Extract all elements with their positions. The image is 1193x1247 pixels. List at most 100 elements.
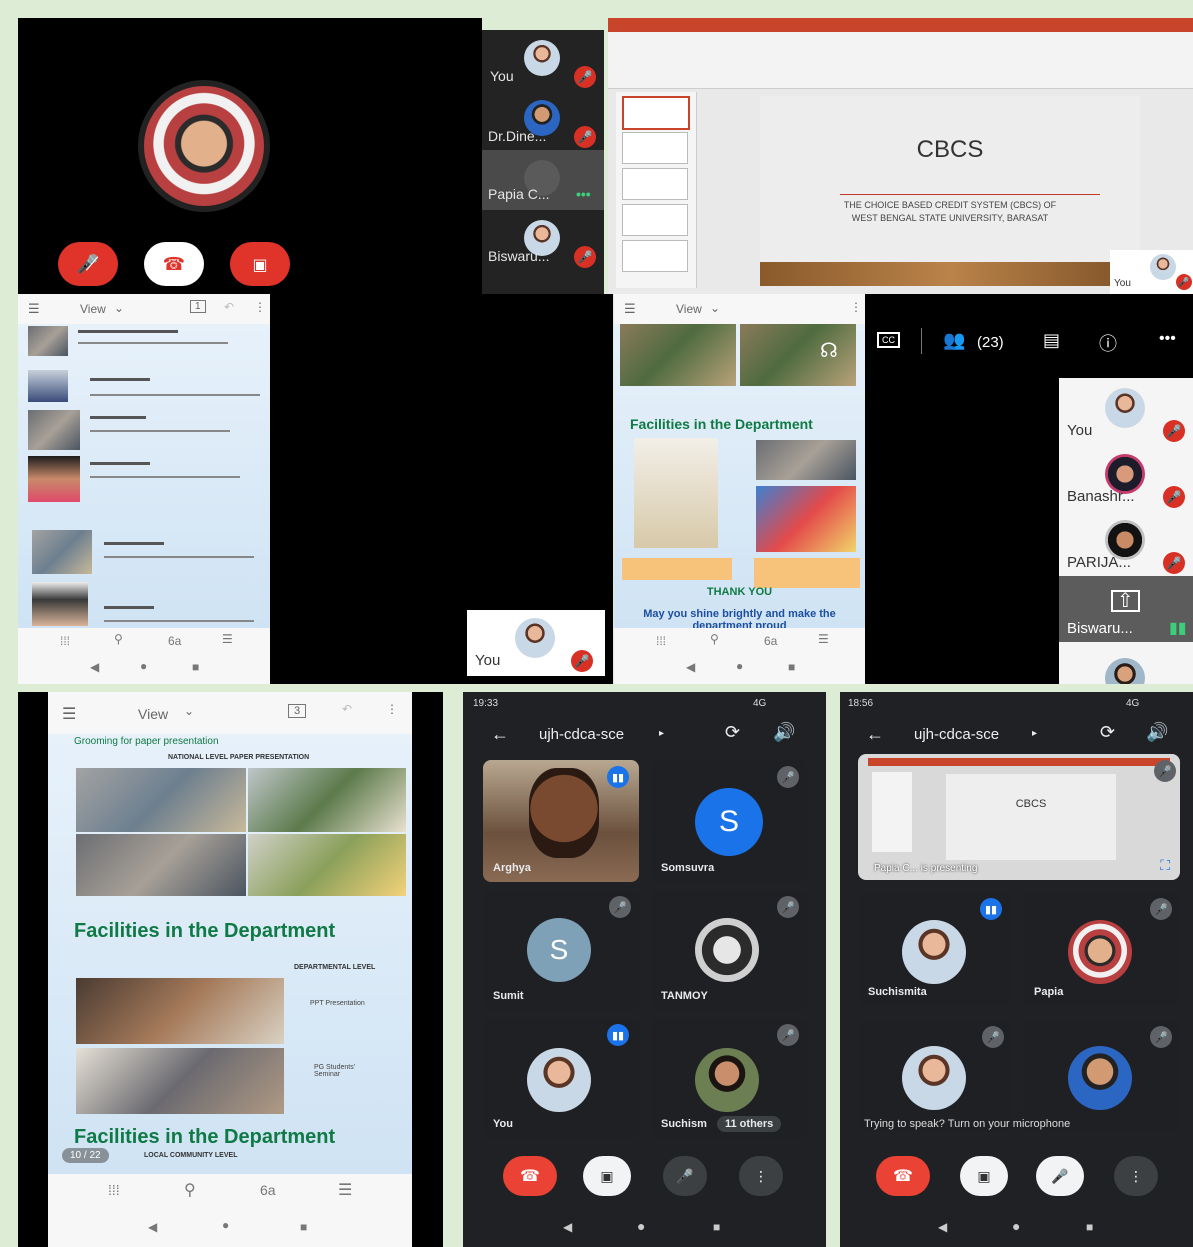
home-nav-icon[interactable]: ● [637,1218,645,1234]
read-aloud-icon[interactable]: 6a [260,1182,276,1198]
end-call-button[interactable]: ☎ [876,1156,930,1196]
more-vert-icon[interactable]: ⋮ [254,300,266,314]
speaker-icon[interactable]: 🔊 [773,722,795,743]
participant-tile[interactable]: You 🎤 [1059,378,1193,444]
more-options-icon[interactable]: ••• [576,186,591,202]
participant-tile[interactable]: 🎤 Suchism 11 others [651,1018,807,1138]
list-icon[interactable]: ☰ [818,632,829,646]
switch-camera-icon[interactable]: ⟳ [725,722,740,743]
slide-thumbnail[interactable] [622,96,690,130]
chat-icon[interactable]: ▤ [1043,330,1060,351]
thumbnails-icon[interactable]: ⁞⁞⁞ [656,634,666,648]
participant-tile[interactable]: Banashr... 🎤 [1059,444,1193,510]
menu-icon[interactable]: ☰ [624,301,636,317]
mic-off-icon: 🎤 [1163,552,1185,574]
mic-off-button[interactable]: 🎤 [1036,1156,1084,1196]
back-nav-icon[interactable]: ◀ [563,1220,572,1234]
self-preview-tile[interactable]: You 🎤 [1110,250,1193,294]
people-count[interactable]: (23) [977,334,1004,351]
self-tile[interactable]: You 🎤 [467,610,605,676]
undo-icon[interactable]: ↶ [224,300,234,314]
view-dropdown[interactable]: View [676,302,702,316]
camera-off-button[interactable]: ▣ [230,242,290,286]
camera-off-button[interactable]: ▣ [583,1156,631,1196]
people-icon[interactable]: 👥 [943,330,965,351]
back-nav-icon[interactable]: ◀ [686,660,695,674]
back-nav-icon[interactable]: ◀ [90,660,99,674]
captions-button[interactable]: CC [877,332,900,348]
more-vert-icon[interactable]: ⋮ [850,300,862,314]
participant-tile[interactable]: You 🎤 [482,30,604,90]
thumbnails-icon[interactable]: ⁞⁞⁞ [60,634,70,648]
list-icon[interactable]: ☰ [338,1180,352,1200]
participant-tile[interactable]: ▮▮ You [483,1018,639,1138]
recents-nav-icon[interactable]: ■ [788,660,795,674]
participant-tile[interactable]: Biswaru... 🎤 [482,210,604,270]
search-icon[interactable]: ⚲ [184,1180,196,1200]
search-icon[interactable]: ⚲ [710,632,719,646]
page-badge[interactable]: 3 [288,704,307,718]
slide-thumbnail[interactable] [622,240,688,272]
undo-icon[interactable]: ↶ [342,702,352,716]
end-call-button[interactable]: ☎ [144,242,204,286]
participant-tile[interactable]: ▮▮ Arghya [483,760,639,882]
recents-nav-icon[interactable]: ■ [713,1220,720,1234]
view-dropdown[interactable]: View [80,302,106,316]
back-nav-icon[interactable]: ◀ [148,1220,157,1234]
fullscreen-icon[interactable]: ⛶ [1160,857,1170,874]
participant-tile[interactable]: 🎤 S Sumit [483,890,639,1010]
mic-hint: Trying to speak? Turn on your microphone [864,1118,1071,1130]
participant-tile[interactable]: ▮▮ Suchismita [858,892,1012,1006]
more-options-button[interactable]: ⋮ [1114,1156,1158,1196]
read-aloud-icon[interactable]: 6a [764,634,777,648]
page-badge[interactable]: 1 [190,300,206,313]
mic-off-button[interactable]: 🎤̸ [58,242,118,286]
recents-nav-icon[interactable]: ■ [1086,1220,1093,1234]
more-vert-icon[interactable]: ⋮ [386,702,398,716]
chevron-down-icon: ⌄ [184,704,195,718]
end-call-button[interactable]: ☎ [503,1156,557,1196]
home-nav-icon[interactable]: ● [1012,1218,1020,1234]
info-icon[interactable]: ⓘ [1099,330,1117,356]
participant-tile[interactable]: 🎤 Papia [1024,892,1180,1006]
home-nav-icon[interactable]: ● [140,659,147,673]
participant-tile[interactable]: Dr.Dine... 🎤 [482,90,604,150]
more-options-icon[interactable]: ••• [1159,330,1176,348]
participant-tile-presenting[interactable]: ⇧ Biswaru... ▮▮ [1059,576,1193,642]
back-arrow-icon[interactable]: ← [866,724,884,745]
participant-tile[interactable]: Papia C... ••• [482,150,604,210]
menu-icon[interactable]: ☰ [28,301,40,317]
mic-button[interactable]: 🎤 [663,1156,707,1196]
home-nav-icon[interactable]: ● [736,659,743,673]
presentation-tile[interactable]: CBCS Papia C... is presenting ⛶ 🎤 [858,754,1180,880]
thumbnails-icon[interactable]: ⁞⁞⁞ [108,1182,120,1198]
headphones-icon[interactable]: ☊ [820,338,838,363]
camera-off-button[interactable]: ▣ [960,1156,1008,1196]
menu-icon[interactable]: ☰ [62,704,76,724]
meeting-code[interactable]: ujh-cdca-sce [914,726,999,743]
participant-tile[interactable] [1059,648,1193,684]
speaker-icon[interactable]: 🔊 [1146,722,1168,743]
back-arrow-icon[interactable]: ← [491,724,509,745]
list-icon[interactable]: ☰ [222,632,233,646]
participant-tile[interactable]: 🎤 TANMOY [651,890,807,1010]
slide-thumbnail[interactable] [622,132,688,164]
back-nav-icon[interactable]: ◀ [938,1220,947,1234]
slide-thumbnail[interactable] [622,204,688,236]
participant-tile[interactable]: 🎤 [858,1020,1012,1132]
mic-off-icon: 🎤 [574,66,596,88]
participant-tile[interactable]: 🎤 [1024,1020,1180,1132]
recents-nav-icon[interactable]: ■ [300,1220,307,1234]
meeting-code[interactable]: ujh-cdca-sce [539,726,624,743]
recents-nav-icon[interactable]: ■ [192,660,199,674]
more-options-button[interactable]: ⋮ [739,1156,783,1196]
others-badge[interactable]: 11 others [717,1116,782,1132]
switch-camera-icon[interactable]: ⟳ [1100,722,1115,743]
home-nav-icon[interactable]: ● [222,1218,229,1232]
slide-thumbnail[interactable] [622,168,688,200]
participant-tile[interactable]: PARIJA... 🎤 [1059,510,1193,576]
search-icon[interactable]: ⚲ [114,632,123,646]
participant-tile[interactable]: 🎤 S Somsuvra [651,760,807,882]
view-dropdown[interactable]: View [138,706,168,722]
read-aloud-icon[interactable]: 6a [168,634,181,648]
